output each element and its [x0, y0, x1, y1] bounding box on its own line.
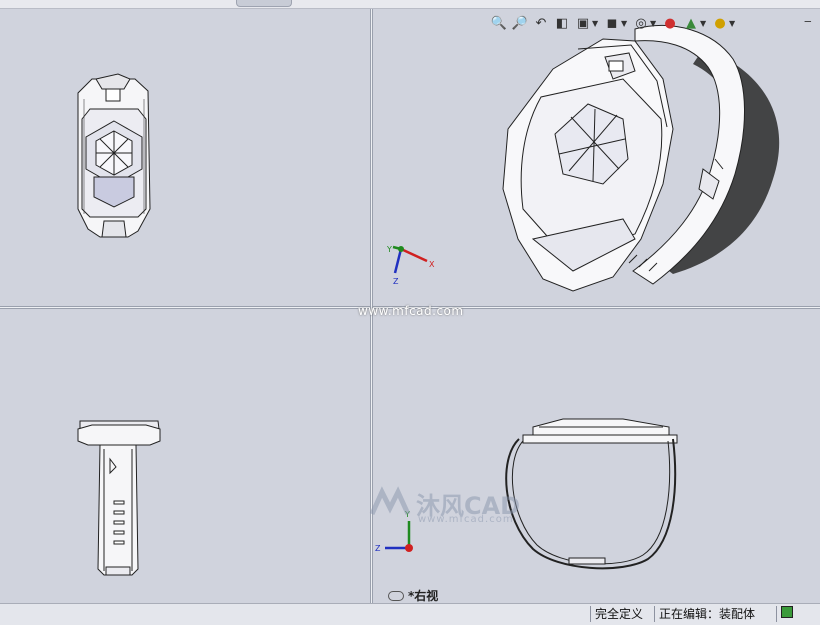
watermark-url: www.mfcad.com — [358, 304, 464, 318]
mf-logo-icon — [369, 486, 411, 516]
hide-show-items-icon[interactable]: ◎ — [632, 14, 650, 32]
apply-scene-icon[interactable]: ▲ — [682, 14, 700, 32]
viewport-top[interactable] — [0, 309, 370, 603]
trimetric-view-drawing: X Y Z — [386, 25, 780, 292]
feature-tab[interactable] — [236, 0, 292, 7]
status-editing: 正在编辑：装配体 — [654, 606, 759, 622]
viewport-front[interactable] — [0, 9, 370, 306]
top-view-drawing — [77, 420, 161, 576]
edit-appearance-icon[interactable]: ● — [661, 14, 679, 32]
chevron-down-icon[interactable]: ▼ — [729, 19, 737, 28]
display-style-icon[interactable]: ◼ — [603, 14, 621, 32]
watermark-logo: 沐风CAD www.mfcad.com — [368, 484, 528, 530]
chevron-down-icon[interactable]: ▼ — [700, 19, 708, 28]
triad-y-label: Y — [386, 245, 392, 254]
triad-z-label: Z — [393, 277, 399, 286]
zoom-area-icon[interactable]: 🔎 — [511, 14, 529, 32]
watermark-logo-url: www.mfcad.com — [418, 514, 514, 525]
chevron-down-icon[interactable]: ▼ — [650, 19, 658, 28]
status-definition: 完全定义 — [590, 606, 647, 622]
viewport-right[interactable]: Y Z — [373, 309, 820, 603]
view-eye-icon: . — [388, 590, 404, 601]
chevron-down-icon[interactable]: ▼ — [592, 19, 600, 28]
triad-z-label: Z — [375, 544, 381, 553]
minimize-icon[interactable]: ‒ — [804, 14, 812, 28]
right-view-drawing: Y Z — [375, 418, 678, 570]
previous-view-icon[interactable]: ↶ — [532, 14, 550, 32]
top-toolbar-strip — [0, 0, 820, 9]
heads-up-view-toolbar: 🔍 🔎 ↶ ◧ ▣ ▼ ◼ ▼ ◎ ▼ ● ▲ ▼ ● ▼ — [490, 12, 737, 34]
view-orientation-icon[interactable]: ▣ — [574, 14, 592, 32]
view-name-label: . *右视 — [388, 587, 438, 604]
chevron-down-icon[interactable]: ▼ — [621, 19, 629, 28]
status-bar: 完全定义 正在编辑：装配体 — [0, 603, 820, 625]
section-view-icon[interactable]: ◧ — [553, 14, 571, 32]
triad-x-label: X — [429, 260, 435, 269]
view-name-text: *右视 — [408, 589, 439, 603]
view-settings-icon[interactable]: ● — [711, 14, 729, 32]
zoom-to-fit-icon[interactable]: 🔍 — [490, 14, 508, 32]
status-help-icon[interactable] — [776, 606, 813, 622]
triad-trimetric: X Y Z — [386, 245, 435, 286]
viewport-trimetric[interactable]: X Y Z — [373, 9, 820, 306]
front-view-drawing — [77, 73, 151, 238]
